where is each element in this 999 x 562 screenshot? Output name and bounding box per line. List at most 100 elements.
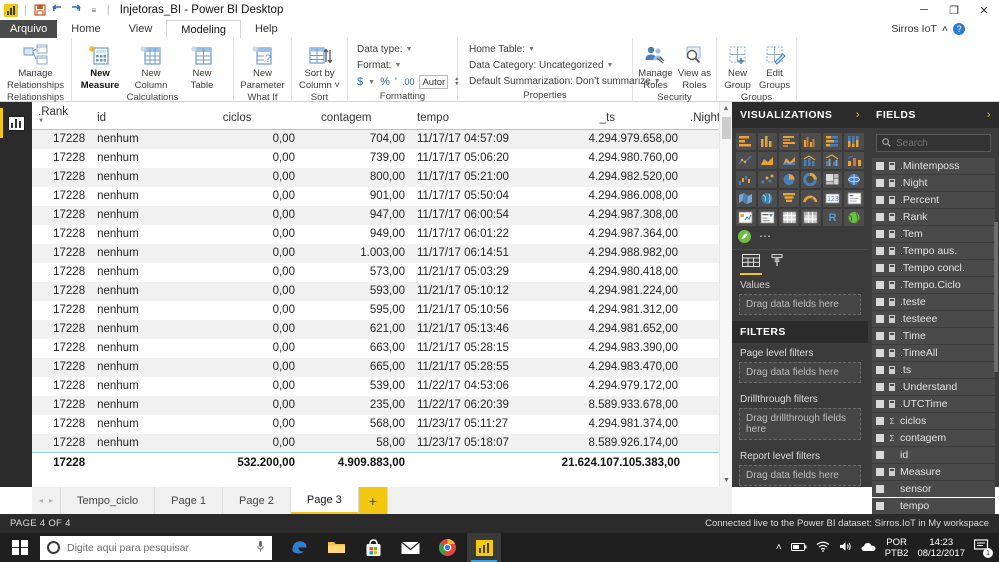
fields-search-box[interactable] <box>876 134 991 152</box>
ribbon-tab-view[interactable]: View <box>115 20 167 38</box>
home-table-row[interactable]: Home Table: ▼ <box>469 42 535 57</box>
decimal-places-icon[interactable]: .00 <box>402 77 415 87</box>
column-header-contagem[interactable]: contagem <box>300 102 411 130</box>
view-as-roles-button[interactable]: View as Roles <box>676 40 713 91</box>
field-checkbox[interactable] <box>876 179 884 187</box>
stacked-bar-chart-icon[interactable] <box>736 133 756 150</box>
page-level-filters-dropzone[interactable]: Drag data fields here <box>739 362 861 383</box>
maximize-button[interactable]: ❐ <box>939 0 969 20</box>
thousands-separator-icon[interactable]: ' <box>395 76 397 88</box>
field-checkbox[interactable] <box>876 332 884 340</box>
manage-roles-button[interactable]: Manage Roles <box>636 40 675 91</box>
redo-icon[interactable] <box>69 3 83 17</box>
table-row[interactable]: 17228 nenhum 0,00 58,00 11/23/17 05:18:07 8.5… <box>32 433 732 453</box>
previous-page-icon[interactable]: ◂ <box>39 496 43 505</box>
kpi-icon[interactable] <box>736 209 756 226</box>
field-checkbox[interactable] <box>876 468 884 476</box>
taskbar-edge-icon[interactable] <box>282 533 316 562</box>
language-indicator[interactable]: POR PTB2 <box>885 537 909 559</box>
field-checkbox[interactable] <box>876 417 884 425</box>
report-view-button[interactable] <box>0 108 32 138</box>
field-checkbox[interactable] <box>876 400 884 408</box>
field-checkbox[interactable] <box>876 162 884 170</box>
filled-map-icon[interactable] <box>736 190 756 207</box>
table-row[interactable]: 17228 nenhum 0,00 1.003,00 11/17/17 06:14:51… <box>32 243 732 263</box>
scrollbar-thumb[interactable] <box>722 117 731 139</box>
field-item[interactable]: Σcontagem <box>872 430 995 446</box>
line-stacked-column-chart-icon[interactable] <box>800 152 821 169</box>
taskbar-search-box[interactable]: Digite aqui para pesquisar <box>40 535 272 560</box>
data-category-row[interactable]: Data Category: Uncategorized ▼ <box>469 58 613 73</box>
edit-groups-button[interactable]: Edit Groups <box>756 40 793 91</box>
table-row[interactable]: 17228 nenhum 0,00 573,00 11/21/17 05:03:29 4.… <box>32 262 732 282</box>
format-row[interactable]: Format: ▼ <box>357 58 401 73</box>
field-item[interactable]: .testeee <box>872 311 995 327</box>
fields-scrollbar-thumb[interactable] <box>994 222 998 372</box>
column-header-ts[interactable]: _ts <box>555 102 685 130</box>
field-item[interactable]: .Tempo aus. <box>872 243 995 259</box>
field-checkbox[interactable] <box>876 451 884 459</box>
stacked-area-chart-icon[interactable] <box>779 152 799 169</box>
chevron-up-icon[interactable]: ˄ <box>942 23 948 35</box>
table-row[interactable]: 17228 nenhum 0,00 901,00 11/17/17 05:50:04 4.… <box>32 186 732 206</box>
field-item[interactable]: .Tem <box>872 226 995 242</box>
field-item[interactable]: tempo <box>872 498 995 514</box>
field-checkbox[interactable] <box>876 264 884 272</box>
close-button[interactable]: ✕ <box>969 0 999 20</box>
field-checkbox[interactable] <box>876 349 884 357</box>
microphone-icon[interactable] <box>256 540 265 556</box>
table-icon[interactable] <box>779 209 799 226</box>
currency-format-icon[interactable]: $ <box>357 76 363 88</box>
page-tab-tempo-ciclo[interactable]: Tempo_ciclo <box>61 487 156 514</box>
column-header-id[interactable]: id <box>91 102 181 130</box>
fields-search-input[interactable] <box>896 137 985 149</box>
field-item[interactable]: .ts <box>872 362 995 378</box>
values-dropzone[interactable]: Drag data fields here <box>739 294 861 315</box>
area-chart-icon[interactable] <box>757 152 778 169</box>
customize-qat-icon[interactable]: ≡ <box>87 3 101 17</box>
table-row[interactable]: 17228 nenhum 0,00 568,00 11/23/17 05:11:27 4.… <box>32 414 732 434</box>
help-icon[interactable]: ? <box>953 23 965 35</box>
user-name-label[interactable]: Sirros IoT <box>891 23 937 35</box>
field-checkbox[interactable] <box>876 485 884 493</box>
field-item[interactable]: .Tempo.Ciclo <box>872 277 995 293</box>
manage-relationships-button[interactable]: Manage Relationships <box>3 40 68 91</box>
field-checkbox[interactable] <box>876 196 884 204</box>
drillthrough-filters-dropzone[interactable]: Drag drillthrough fields here <box>739 408 861 440</box>
decimal-auto-input[interactable]: Autor <box>419 75 449 89</box>
sort-by-column-button[interactable]: Sort by Column ˅ <box>295 40 344 91</box>
field-checkbox[interactable] <box>876 383 884 391</box>
slicer-icon[interactable] <box>757 209 778 226</box>
page-tab-page-3[interactable]: Page 3 <box>290 487 359 514</box>
chevron-down-icon[interactable]: ▼ <box>607 62 614 69</box>
taskbar-power-bi-icon[interactable] <box>467 533 501 562</box>
notifications-icon[interactable]: 1 <box>973 539 993 558</box>
minimize-button[interactable]: ─ <box>909 0 939 20</box>
undo-icon[interactable] <box>51 3 65 17</box>
battery-icon[interactable] <box>790 542 807 554</box>
table-row[interactable]: 17228 nenhum 0,00 665,00 11/21/17 05:28:55 4.… <box>32 357 732 377</box>
column-header-ciclos[interactable]: ciclos <box>180 102 301 130</box>
clustered-column-chart-icon[interactable] <box>800 133 821 150</box>
wifi-icon[interactable] <box>816 541 830 554</box>
next-page-icon[interactable]: ▸ <box>49 496 53 505</box>
column-header-tempo[interactable]: tempo <box>411 102 556 130</box>
donut-chart-icon[interactable] <box>800 171 821 188</box>
new-parameter-button[interactable]: ? New Parameter <box>237 40 288 91</box>
column-header-rank[interactable]: .Rank ▼ <box>32 102 92 130</box>
ellipsis-icon[interactable]: ⋯ <box>759 229 772 243</box>
pie-chart-icon[interactable] <box>779 171 799 188</box>
ribbon-tab-modeling[interactable]: Modeling <box>166 20 241 38</box>
field-item[interactable]: .TimeAll <box>872 345 995 361</box>
chevron-down-icon[interactable]: ▼ <box>406 46 413 53</box>
field-item[interactable]: .teste <box>872 294 995 310</box>
table-row[interactable]: 17228 nenhum 0,00 621,00 11/21/17 05:13:46 4.… <box>32 319 732 339</box>
field-item[interactable]: id <box>872 447 995 463</box>
field-item[interactable]: .Understand <box>872 379 995 395</box>
funnel-chart-icon[interactable] <box>779 190 799 207</box>
field-checkbox[interactable] <box>876 434 884 442</box>
field-checkbox[interactable] <box>876 247 884 255</box>
field-item[interactable]: .Tempo concl. <box>872 260 995 276</box>
table-row[interactable]: 17228 nenhum 0,00 235,00 11/22/17 06:20:39 8.… <box>32 395 732 415</box>
field-item[interactable]: .Rank <box>872 209 995 225</box>
